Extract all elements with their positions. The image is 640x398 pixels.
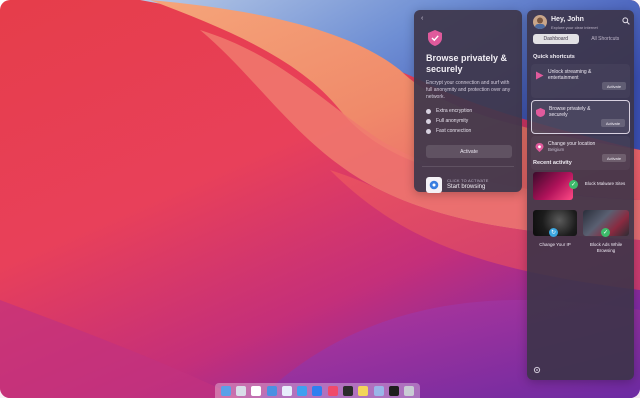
notes-icon[interactable] (358, 385, 369, 396)
quick-shortcuts-title: Quick shortcuts (533, 54, 575, 60)
start-browsing-label[interactable]: Start browsing (447, 184, 485, 190)
trash-icon[interactable] (404, 385, 415, 396)
location-pin-icon (535, 143, 544, 152)
music-icon[interactable] (327, 385, 338, 396)
mail-icon[interactable] (266, 385, 277, 396)
divider (422, 166, 514, 167)
bullet-icon (426, 118, 431, 124)
app-store-icon[interactable] (312, 385, 323, 396)
popup-description: Encrypt your connection and surf with fu… (426, 80, 511, 100)
search-icon[interactable] (622, 17, 630, 25)
calendar-icon[interactable] (251, 385, 262, 396)
activity-thumbnail (533, 172, 573, 200)
activity-label: Block Ads While Browsing (589, 242, 623, 253)
files-icon[interactable] (373, 385, 384, 396)
tab-all-shortcuts[interactable]: All Shortcuts (583, 34, 629, 44)
subgreeting: Explore your clear internet (551, 25, 598, 30)
shortcut-unlock-streaming[interactable]: Unlock streaming & entertainment Activat… (531, 64, 630, 98)
shortcut-label: Unlock streaming & entertainment (548, 69, 592, 81)
browser-icon[interactable] (426, 177, 442, 193)
tab-bar: Dashboard All Shortcuts (533, 34, 628, 44)
activate-button[interactable]: Activate (602, 154, 626, 162)
activity-label: Change Your IP (539, 242, 571, 247)
activate-button[interactable]: Activate (426, 145, 512, 158)
bullet-icon (426, 128, 431, 134)
feature-label: Fast connection (436, 128, 472, 134)
activity-label: Block Malware Sites (584, 181, 626, 186)
finder-icon[interactable] (220, 385, 231, 396)
check-badge-icon: ✓ (601, 228, 610, 237)
feature-label: Full anonymity (436, 118, 469, 124)
activity-change-ip[interactable]: ↻ Change Your IP (531, 210, 581, 258)
check-badge-icon: ✓ (569, 180, 578, 189)
feature-item: Fast connection (426, 126, 516, 136)
shield-icon (428, 30, 442, 46)
recent-activity-title: Recent activity (533, 160, 572, 166)
feature-item: Extra encryption (426, 106, 516, 116)
activity-block-ads[interactable]: ✓ Block Ads While Browsing (581, 210, 631, 258)
back-icon[interactable]: ‹ (421, 15, 423, 22)
figma-icon[interactable] (388, 385, 399, 396)
desktop: ‹ Browse privately & securely Encrypt yo… (0, 0, 640, 398)
shortcut-browse-privately[interactable]: Browse privately & securely Activate (531, 100, 630, 134)
messages-icon[interactable] (281, 385, 292, 396)
shortcut-label: Browse privately & securely (549, 106, 591, 118)
activate-button[interactable]: Activate (601, 119, 625, 127)
activate-button[interactable]: Activate (602, 82, 626, 90)
popup-title: Browse privately & securely (426, 53, 508, 74)
play-icon (536, 71, 544, 80)
feature-label: Extra encryption (436, 108, 473, 114)
shield-icon (536, 108, 545, 117)
terminal-icon[interactable] (343, 385, 354, 396)
gear-icon[interactable] (533, 366, 541, 374)
refresh-badge-icon: ↻ (549, 228, 558, 237)
avatar[interactable] (533, 15, 547, 29)
shortcut-detail-popup: ‹ Browse privately & securely Encrypt yo… (414, 10, 522, 193)
click-hint: CLICK TO ACTIVATE (447, 178, 489, 183)
feature-list: Extra encryption Full anonymity Fast con… (426, 106, 516, 136)
feature-item: Full anonymity (426, 116, 516, 126)
launchpad-icon[interactable] (235, 385, 246, 396)
sidebar-panel: Hey, John Explore your clear internet Da… (527, 10, 634, 380)
tab-dashboard[interactable]: Dashboard (533, 34, 579, 44)
bullet-icon (426, 108, 431, 114)
dock (215, 383, 420, 398)
shortcut-sublabel: Belgium (548, 147, 565, 152)
greeting: Hey, John (551, 16, 584, 23)
safari-icon[interactable] (297, 385, 308, 396)
